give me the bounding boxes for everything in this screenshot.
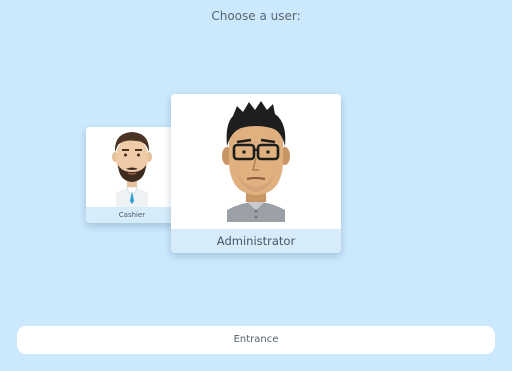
user-name-cashier: Cashier xyxy=(86,207,178,223)
administrator-avatar xyxy=(171,94,341,229)
user-card-administrator[interactable]: Administrator xyxy=(171,94,341,253)
user-name-administrator: Administrator xyxy=(171,229,341,253)
login-screen: Choose a user: Cashier Administrator Ent… xyxy=(0,0,512,371)
cashier-avatar xyxy=(86,127,178,207)
user-card-cashier[interactable]: Cashier xyxy=(86,127,178,223)
entrance-button[interactable]: Entrance xyxy=(17,326,495,354)
choose-user-heading: Choose a user: xyxy=(211,9,301,23)
